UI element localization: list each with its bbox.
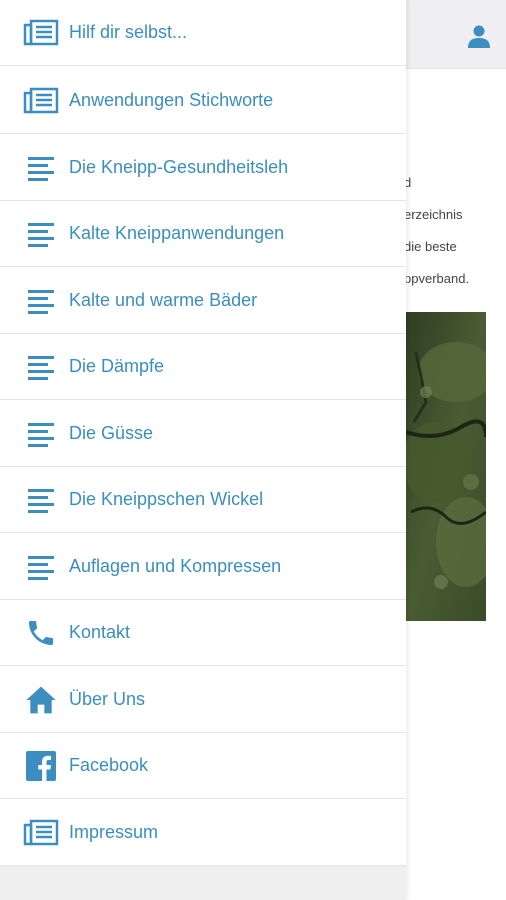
menu-item-label: Impressum xyxy=(69,822,159,842)
menu-item-label: Facebook xyxy=(69,755,149,775)
content-text-line: erzeichnis xyxy=(404,207,463,222)
content-text-line: ppverband. xyxy=(404,271,470,286)
content-photo xyxy=(406,312,486,621)
phone-icon xyxy=(21,617,61,649)
text-lines-icon xyxy=(21,285,61,317)
newspaper-icon xyxy=(21,817,61,849)
menu-item-label: Die Kneippschen Wickel xyxy=(69,489,264,509)
menu-item-label: Auflagen und Kompressen xyxy=(69,556,282,576)
text-lines-icon xyxy=(21,551,61,583)
menu-item-label: Hilf dir selbst... xyxy=(69,22,188,42)
menu-item-die-daempfe[interactable]: Die Dämpfe xyxy=(0,334,406,400)
newspaper-icon xyxy=(21,85,61,117)
drawer-footer xyxy=(0,866,406,900)
menu-item-impressum[interactable]: Impressum xyxy=(0,800,406,866)
menu-item-auflagen-und-kompressen[interactable]: Auflagen und Kompressen xyxy=(0,534,406,600)
text-lines-icon xyxy=(21,218,61,250)
content-text-line: die beste xyxy=(404,239,457,254)
facebook-icon xyxy=(21,750,61,782)
menu-item-hilf-dir-selbst[interactable]: Hilf dir selbst... xyxy=(0,0,406,66)
menu-item-facebook[interactable]: Facebook xyxy=(0,733,406,799)
menu-item-label: Kalte Kneippanwendungen xyxy=(69,223,285,243)
newspaper-icon xyxy=(21,17,61,49)
menu-item-kalte-kneippanwendungen[interactable]: Kalte Kneippanwendungen xyxy=(0,201,406,267)
user-icon xyxy=(468,25,490,48)
menu-item-label: Die Kneipp-Gesundheitsleh xyxy=(69,157,289,177)
menu-item-die-guesse[interactable]: Die Güsse xyxy=(0,401,406,467)
menu-item-label: Über Uns xyxy=(69,689,146,709)
menu-item-kontakt[interactable]: Kontakt xyxy=(0,600,406,666)
menu-item-kalte-und-warme-baeder[interactable]: Kalte und warme Bäder xyxy=(0,268,406,334)
menu-item-label: Kontakt xyxy=(69,622,131,642)
menu-item-ueber-uns[interactable]: Über Uns xyxy=(0,667,406,733)
text-lines-icon xyxy=(21,484,61,516)
home-icon xyxy=(21,684,61,716)
menu-item-label: Anwendungen Stichworte xyxy=(69,90,274,110)
menu-item-kneippschen-wickel[interactable]: Die Kneippschen Wickel xyxy=(0,467,406,533)
menu-item-label: Kalte und warme Bäder xyxy=(69,290,258,310)
text-lines-icon xyxy=(21,152,61,184)
navigation-drawer: Hilf dir selbst... Anwendungen Stichwort… xyxy=(0,0,406,900)
menu-item-anwendungen-stichworte[interactable]: Anwendungen Stichworte xyxy=(0,68,406,134)
text-lines-icon xyxy=(21,351,61,383)
text-lines-icon xyxy=(21,418,61,450)
menu-item-label: Die Dämpfe xyxy=(69,356,165,376)
user-profile-button[interactable] xyxy=(462,20,496,52)
menu-item-label: Die Güsse xyxy=(69,423,154,443)
menu-item-kneipp-gesundheitslehre[interactable]: Die Kneipp-Gesundheitsleh xyxy=(0,135,406,201)
